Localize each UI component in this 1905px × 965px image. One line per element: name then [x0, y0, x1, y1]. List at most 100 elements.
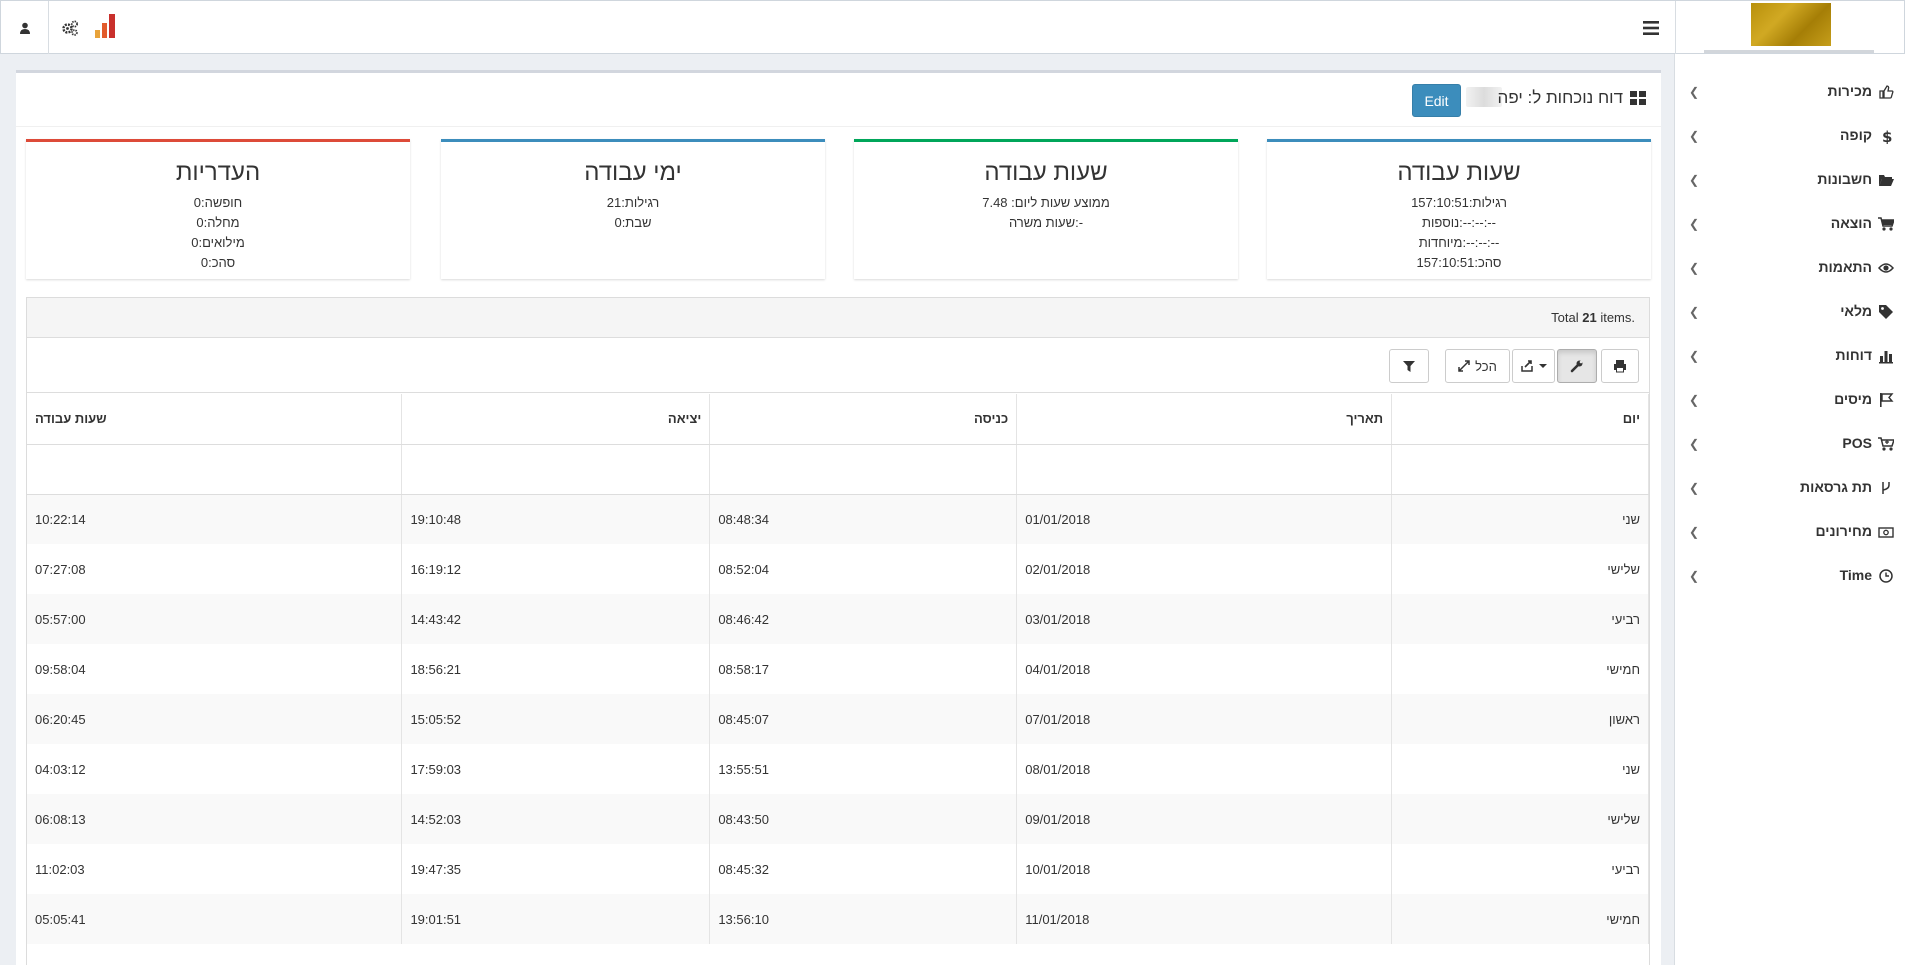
chevron-left-icon: ❮: [1689, 173, 1700, 187]
stat-line: שעות משרה:-: [1008, 215, 1084, 230]
filter-cell[interactable]: [401, 444, 711, 495]
gears-icon[interactable]: [61, 19, 79, 37]
export-dropdown-button[interactable]: [1512, 349, 1555, 383]
sidebar-item-accounts[interactable]: ❮ חשבונות: [1675, 158, 1905, 202]
expand-icon: [1458, 360, 1470, 372]
table-row[interactable]: ראשון 07/01/2018 08:45:07 15:05:52 06:20:45: [27, 694, 1649, 744]
sidebar-item-reports[interactable]: ❮ דוחות: [1675, 334, 1905, 378]
table-row[interactable]: רביעי 03/01/2018 08:46:42 14:43:42 05:57:00: [27, 594, 1649, 644]
attendance-grid: Total 21 items. הכל יום תאריך כניסה יציא…: [26, 297, 1650, 965]
column-header-entry[interactable]: כניסה: [709, 394, 1018, 445]
cell-entry: 08:43:50: [709, 794, 1018, 844]
table-row[interactable]: שלישי 09/01/2018 08:43:50 14:52:03 06:08:13: [27, 794, 1649, 844]
cell-work-hours: 06:20:45: [27, 694, 403, 744]
filter-cell[interactable]: [27, 444, 403, 495]
money-icon: [1878, 527, 1894, 538]
cell-date: 04/01/2018: [1016, 644, 1393, 694]
stat-box-average-hours: שעות עבודה ממוצע שעות ליום: 7.48 שעות מש…: [854, 139, 1238, 279]
user-menu-button[interactable]: [1, 1, 49, 54]
cell-entry: 08:46:42: [709, 594, 1018, 644]
sidebar-item-price-lists[interactable]: ❮ מחירונים: [1675, 510, 1905, 554]
sidebar-item-inventory[interactable]: ❮ מלאי: [1675, 290, 1905, 334]
cell-entry: 08:45:07: [709, 694, 1018, 744]
filter-cell[interactable]: [709, 444, 1018, 495]
bar-chart-icon: [1879, 351, 1893, 364]
print-icon: [1614, 360, 1626, 373]
sidebar-item-taxes[interactable]: ❮ מיסים: [1675, 378, 1905, 422]
page-title: דוח נוכחות ל: יפה: [1497, 88, 1623, 107]
filter-cell[interactable]: [1016, 444, 1393, 495]
sidebar-item-pos[interactable]: ❮ POS: [1675, 422, 1905, 466]
cell-exit: 14:43:42: [401, 594, 711, 644]
cell-day: שני: [1391, 494, 1649, 544]
chevron-left-icon: ❮: [1689, 525, 1700, 539]
chevron-left-icon: ❮: [1689, 437, 1700, 451]
stat-box-absences: העדריות חופשה:0 מחלה:0 מילואים:0 סהכ:0: [26, 139, 410, 279]
toggle-all-button[interactable]: הכל: [1445, 349, 1510, 383]
cell-day: ראשון: [1391, 694, 1649, 744]
company-logo[interactable]: [1751, 3, 1831, 46]
stat-line: מחלה:0: [196, 215, 240, 230]
attendance-table: יום תאריך כניסה יציאה שעות עבודה שני 01/0…: [27, 394, 1649, 944]
cell-date: 08/01/2018: [1016, 744, 1393, 794]
column-header-exit[interactable]: יציאה: [401, 394, 711, 445]
grid-summary: Total 21 items.: [27, 298, 1649, 338]
stat-line: סהכ:0: [200, 255, 236, 270]
stat-line: מילואים:0: [191, 235, 245, 250]
cart-icon: [1878, 217, 1894, 231]
sidebar-item-label: מחירונים: [1815, 523, 1872, 539]
cell-work-hours: 06:08:13: [27, 794, 403, 844]
edit-button[interactable]: Edit: [1412, 84, 1461, 117]
cell-entry: 08:45:32: [709, 844, 1018, 894]
stat-line: ממוצע שעות ליום: 7.48: [982, 195, 1110, 210]
thumbs-up-icon: [1879, 85, 1894, 99]
sidebar-item-sales[interactable]: ❮ מכירות: [1675, 70, 1905, 114]
print-button[interactable]: [1601, 349, 1639, 383]
column-header-date[interactable]: תאריך: [1016, 394, 1393, 445]
column-header-work-hours[interactable]: שעות עבודה: [27, 394, 403, 445]
wrench-icon: [1570, 360, 1583, 373]
sidebar-item-adjustments[interactable]: ❮ התאמות: [1675, 246, 1905, 290]
cell-exit: 19:10:48: [401, 494, 711, 544]
table-row[interactable]: חמישי 04/01/2018 08:58:17 18:56:21 09:58:04: [27, 644, 1649, 694]
sidebar-item-time[interactable]: ❮ Time: [1675, 554, 1905, 598]
panel-header: Edit דוח נוכחות ל: יפה: [16, 73, 1661, 127]
eye-icon: [1878, 263, 1894, 273]
cell-exit: 18:56:21: [401, 644, 711, 694]
table-row[interactable]: שני 08/01/2018 13:55:51 17:59:03 04:03:12: [27, 744, 1649, 794]
cell-entry: 13:55:51: [709, 744, 1018, 794]
filter-cell[interactable]: [1391, 444, 1649, 495]
cell-exit: 19:01:51: [401, 894, 711, 944]
summary-suffix: items.: [1596, 310, 1635, 325]
reports-chart-icon[interactable]: [95, 14, 119, 38]
sidebar-item-cashbox[interactable]: ❮ קופה $: [1675, 114, 1905, 158]
chevron-left-icon: ❮: [1689, 129, 1700, 143]
attendance-report-panel: Edit דוח נוכחות ל: יפה שעות עבודה רגילות…: [16, 70, 1661, 965]
cell-day: שלישי: [1391, 794, 1649, 844]
cell-date: 11/01/2018: [1016, 894, 1393, 944]
hamburger-menu-icon[interactable]: [1639, 18, 1663, 38]
settings-wrench-button[interactable]: [1557, 349, 1597, 383]
stat-box-work-days: ימי עבודה רגילות:21 שבת:0: [441, 139, 825, 279]
table-row[interactable]: שני 01/01/2018 08:48:34 19:10:48 10:22:14: [27, 494, 1649, 544]
sidebar-item-subversions[interactable]: ❮ תת גרסאות: [1675, 466, 1905, 510]
cart-plus-icon: [1878, 437, 1894, 451]
chevron-left-icon: ❮: [1689, 217, 1700, 231]
sidebar-item-label: מכירות: [1827, 83, 1872, 99]
toggle-all-label: הכל: [1475, 358, 1497, 374]
cell-exit: 19:47:35: [401, 844, 711, 894]
column-header-day[interactable]: יום: [1391, 394, 1649, 445]
cell-work-hours: 05:05:41: [27, 894, 403, 944]
tag-icon: [1879, 305, 1893, 319]
folder-open-icon: [1879, 175, 1894, 186]
chevron-left-icon: ❮: [1689, 393, 1700, 407]
filter-button[interactable]: [1389, 349, 1429, 383]
sidebar-item-expense[interactable]: ❮ הוצאה: [1675, 202, 1905, 246]
stat-title: העדריות: [175, 159, 261, 186]
table-row[interactable]: חמישי 11/01/2018 13:56:10 19:01:51 05:05:41: [27, 894, 1649, 944]
sidebar-item-label: הוצאה: [1830, 215, 1872, 231]
export-icon: [1520, 360, 1533, 372]
table-row[interactable]: רביעי 10/01/2018 08:45:32 19:47:35 11:02:03: [27, 844, 1649, 894]
sidebar-item-label: דוחות: [1835, 347, 1872, 363]
table-row[interactable]: שלישי 02/01/2018 08:52:04 16:19:12 07:27:08: [27, 544, 1649, 594]
